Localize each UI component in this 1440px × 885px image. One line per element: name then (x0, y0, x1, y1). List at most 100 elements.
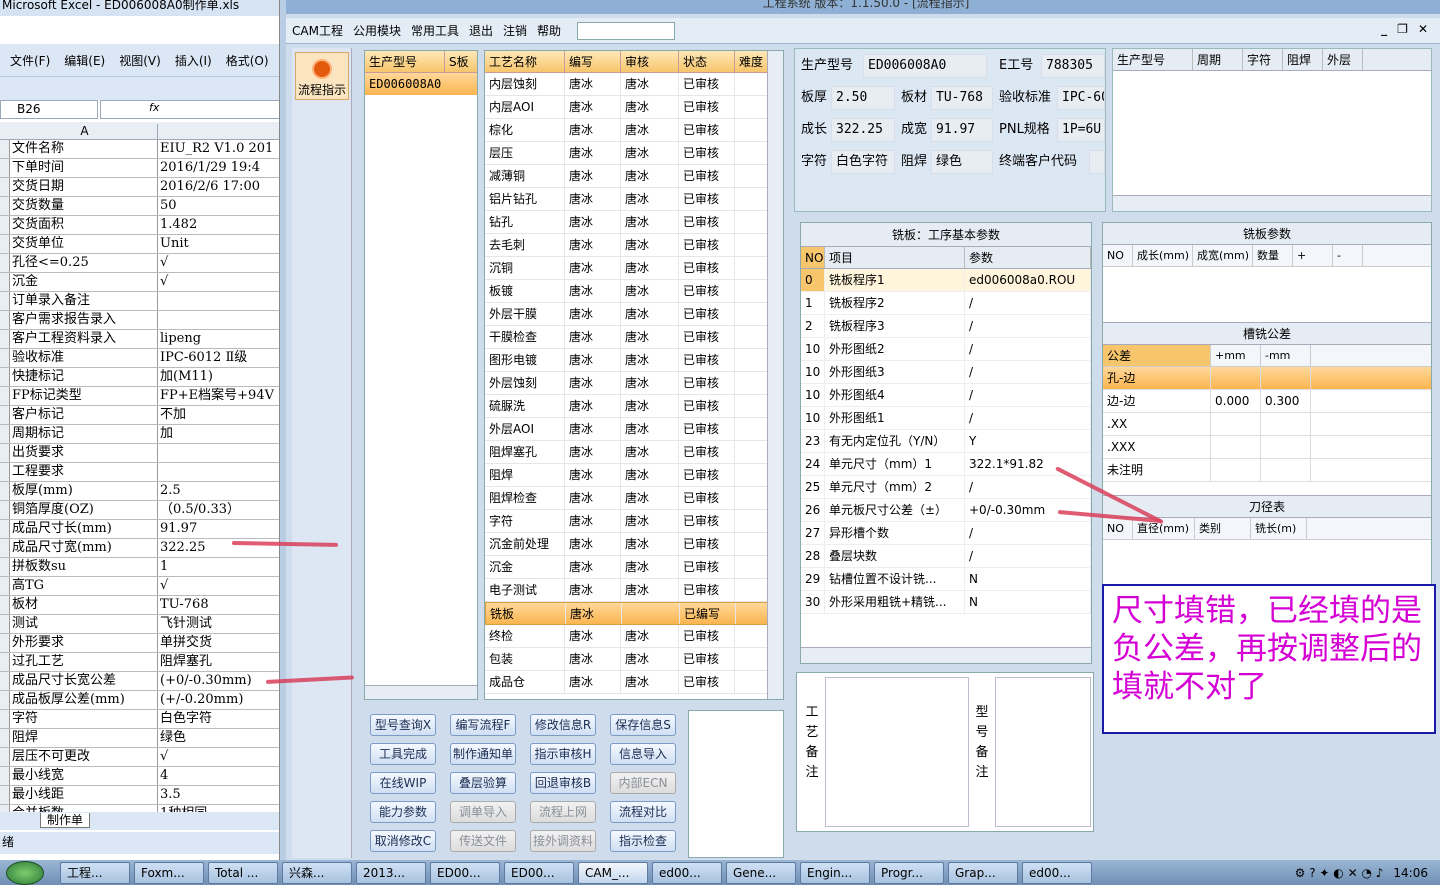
row-header[interactable] (0, 406, 10, 424)
action-button[interactable]: 指示审核H (530, 743, 596, 765)
process-row[interactable]: 沉铜 唐冰 唐冰 已审核 (485, 257, 783, 280)
cell-a[interactable]: 过孔工艺 (10, 653, 158, 671)
action-button[interactable]: 编写流程F (450, 714, 516, 736)
cell-a[interactable]: 高TG (10, 577, 158, 595)
char-field[interactable]: 白色字符 (831, 150, 895, 174)
row-header[interactable] (0, 634, 10, 652)
row-header[interactable] (0, 368, 10, 386)
menu-common-module[interactable]: 公用模块 (353, 22, 401, 39)
process-row[interactable]: 内层AOI 唐冰 唐冰 已审核 (485, 96, 783, 119)
close-icon[interactable]: ✕ (1418, 22, 1428, 36)
col-reviewer[interactable]: 审核 (621, 51, 679, 72)
process-row[interactable]: 铣板 唐冰 已编写 (485, 602, 783, 625)
cell-a[interactable]: 成品尺寸长(mm) (10, 520, 158, 538)
cust-field[interactable] (1089, 150, 1105, 174)
cell-b[interactable]: 加(M11) (158, 368, 278, 386)
menu-tools[interactable]: 常用工具 (411, 22, 459, 39)
cell-b[interactable] (158, 311, 278, 329)
cell-a[interactable]: 出货要求 (10, 444, 158, 462)
process-row[interactable]: 减薄铜 唐冰 唐冰 已审核 (485, 165, 783, 188)
col-process-name[interactable]: 工艺名称 (485, 51, 565, 72)
excel-menu-file[interactable]: 文件(F) (10, 52, 50, 69)
mg-col-cycle[interactable]: 周期 (1193, 49, 1243, 70)
action-button[interactable]: 工具完成 (370, 743, 436, 765)
mp-col-qty[interactable]: 数量 (1253, 245, 1293, 266)
name-box[interactable]: B26 (0, 100, 98, 119)
action-button[interactable]: 信息导入 (610, 743, 676, 765)
cell-b[interactable]: 白色字符 (158, 710, 278, 728)
mill-row[interactable]: 28 叠层块数 / (801, 545, 1091, 568)
mp-col-minus[interactable]: - (1333, 245, 1363, 266)
excel-menu-format[interactable]: 格式(O) (226, 52, 269, 69)
start-button[interactable] (6, 861, 44, 885)
cell-b[interactable]: 加 (158, 425, 278, 443)
cell-a[interactable]: 板厚(mm) (10, 482, 158, 500)
cell-b[interactable]: IPC-6012 Ⅱ级 (158, 349, 278, 367)
tt-col-no[interactable]: NO (1103, 518, 1133, 539)
std-field[interactable]: IPC-60 (1057, 86, 1105, 110)
col-status[interactable]: 状态 (679, 51, 735, 72)
mill-row[interactable]: 23 有无内定位孔（Y/N） Y (801, 430, 1091, 453)
action-button[interactable]: 流程上网 (530, 801, 596, 823)
cell-a[interactable]: 交货面积 (10, 216, 158, 234)
mill-row[interactable]: 2 铣板程序3/ (801, 315, 1091, 338)
cell-a[interactable]: 订单录入备注 (10, 292, 158, 310)
mill-row[interactable]: 24 单元尺寸（mm）1 322.1*91.82 (801, 453, 1091, 476)
row-header[interactable] (0, 520, 10, 538)
mill-col-param[interactable]: 参数 (965, 247, 1091, 268)
process-row[interactable]: 阻焊 唐冰 唐冰 已审核 (485, 464, 783, 487)
row-header[interactable] (0, 596, 10, 614)
mill-row[interactable]: 25 单元尺寸（mm）2/ (801, 476, 1091, 499)
mp-col-no[interactable]: NO (1103, 245, 1133, 266)
cell-b[interactable]: TU-768 (158, 596, 278, 614)
taskbar-item[interactable]: Engin... (800, 861, 870, 884)
process-row[interactable]: 外层AOI 唐冰 唐冰 已审核 (485, 418, 783, 441)
taskbar-item[interactable]: ED00... (430, 861, 500, 884)
action-button[interactable]: 叠层验算 (450, 772, 516, 794)
cell-a[interactable]: 测试 (10, 615, 158, 633)
flow-indicator-button[interactable]: 流程指示 (295, 52, 349, 100)
menu-combo[interactable] (577, 21, 676, 40)
mill-row[interactable]: 10 外形图纸1/ (801, 407, 1091, 430)
row-header[interactable] (0, 691, 10, 709)
row-header[interactable] (0, 425, 10, 443)
slot-row[interactable]: 边-边 0.000 0.300 (1103, 390, 1431, 413)
mill-row[interactable]: 27 异形槽个数 / (801, 522, 1091, 545)
cell-b[interactable]: FP+E档案号+94V (158, 387, 278, 405)
process-notes-field[interactable] (825, 677, 969, 827)
row-header[interactable] (0, 577, 10, 595)
excel-menu-view[interactable]: 视图(V) (119, 52, 161, 69)
cell-b[interactable]: 2016/1/29 19:4 (158, 159, 278, 177)
taskbar-item[interactable]: ED00... (504, 861, 574, 884)
action-button[interactable]: 型号查询X (370, 714, 436, 736)
action-button[interactable]: 接外调资料 (530, 830, 596, 852)
action-button[interactable]: 取消修改C (370, 830, 436, 852)
restore-icon[interactable]: ❐ (1397, 22, 1408, 36)
excel-menu-insert[interactable]: 插入(I) (175, 52, 212, 69)
col-s-board[interactable]: S板 (445, 51, 469, 72)
cell-a[interactable]: FP标记类型 (10, 387, 158, 405)
row-header[interactable] (0, 501, 10, 519)
cell-a[interactable]: 成品尺寸长宽公差 (10, 672, 158, 690)
cell-b[interactable] (158, 444, 278, 462)
cell-b[interactable]: 4 (158, 767, 278, 785)
cell-a[interactable]: 沉金 (10, 273, 158, 291)
cell-a[interactable]: 工程要求 (10, 463, 158, 481)
cell-a[interactable]: 客户标记 (10, 406, 158, 424)
slot-row[interactable]: .XX (1103, 413, 1431, 436)
taskbar-item[interactable]: CAM_... (578, 861, 648, 884)
cell-b[interactable]: √ (158, 273, 278, 291)
row-header[interactable] (0, 786, 10, 804)
taskbar-item[interactable]: 2013... (356, 861, 426, 884)
process-row[interactable]: 沉金前处理 唐冰 唐冰 已审核 (485, 533, 783, 556)
process-row[interactable]: 板镀 唐冰 唐冰 已审核 (485, 280, 783, 303)
cell-b[interactable]: 单拼交货 (158, 634, 278, 652)
mill-row[interactable]: 10 外形图纸3/ (801, 361, 1091, 384)
process-row[interactable]: 层压 唐冰 唐冰 已审核 (485, 142, 783, 165)
cell-a[interactable]: 最小线距 (10, 786, 158, 804)
process-row[interactable]: 字符 唐冰 唐冰 已审核 (485, 510, 783, 533)
minimize-icon[interactable]: _ (1381, 22, 1387, 36)
model-notes-field[interactable] (995, 677, 1091, 827)
cell-b[interactable]: 不加 (158, 406, 278, 424)
mill-row[interactable]: 10 外形图纸2/ (801, 338, 1091, 361)
